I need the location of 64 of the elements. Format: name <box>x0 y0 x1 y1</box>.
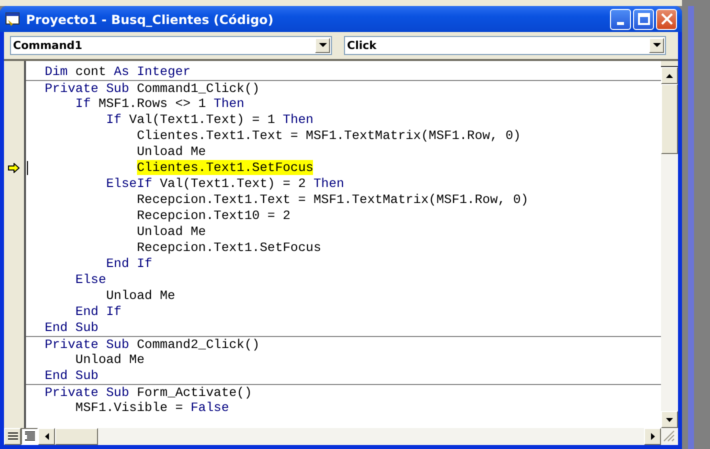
text-cursor <box>27 161 28 175</box>
horizontal-scrollbar[interactable] <box>38 428 661 445</box>
code-text: MSF1.Visible = <box>74 400 184 415</box>
scroll-thumb[interactable] <box>55 428 98 445</box>
scroll-thumb[interactable] <box>661 84 678 154</box>
close-icon <box>660 13 672 25</box>
keyword-text: Then <box>282 112 314 127</box>
code-text: Recepcion.Text1.Text = MSF1.TextMatrix(MSF1.Row, 0) <box>136 192 528 207</box>
maximize-button[interactable] <box>633 8 654 30</box>
keyword-text: Dim <box>44 64 68 79</box>
lines-icon <box>6 432 18 441</box>
code-text: cont <box>74 64 108 79</box>
scroll-down-button[interactable] <box>661 411 678 428</box>
lines-icon <box>24 431 36 442</box>
code-text: Val(Text1.Text) = 2 <box>158 176 307 191</box>
code-text: Command1_Click() <box>136 81 260 96</box>
procedure-view-button[interactable] <box>4 428 21 445</box>
scroll-right-button[interactable] <box>644 428 661 445</box>
code-text: Command2_Click() <box>136 337 260 352</box>
keyword-text: End If <box>105 256 152 271</box>
keyword-text: As Integer <box>114 64 191 79</box>
code-text: Val(Text1.Text) = 1 <box>128 112 276 127</box>
code-text: Form_Activate() <box>136 385 252 400</box>
keyword-text: Then <box>313 176 344 191</box>
procedure-dropdown[interactable]: Click <box>344 36 666 55</box>
keyword-text: End If <box>74 304 122 319</box>
down-arrow-icon <box>666 418 673 422</box>
module-view-button[interactable] <box>21 428 38 445</box>
minimize-icon <box>617 22 624 24</box>
keyword-text: Private Sub <box>44 81 130 96</box>
keyword-text: If <box>105 112 122 127</box>
code-text: Unload Me <box>74 352 145 367</box>
window-icon <box>5 11 21 27</box>
window-title: Proyecto1 - Busq_Clientes (Código) <box>26 12 274 26</box>
code-text: Unload Me <box>136 224 206 239</box>
scroll-left-button[interactable] <box>38 428 55 445</box>
scroll-up-button[interactable] <box>661 67 678 84</box>
maximize-icon <box>638 13 650 25</box>
object-dropdown[interactable]: Command1 <box>10 36 332 55</box>
right-arrow-icon <box>650 433 654 440</box>
code-text: Unload Me <box>136 144 206 159</box>
code-text: Unload Me <box>105 288 176 303</box>
keyword-text: End Sub <box>44 320 98 335</box>
up-arrow-icon <box>666 74 673 78</box>
dropdown-arrow-icon <box>318 43 326 48</box>
code-text: Recepcion.Text1.SetFocus <box>136 240 322 255</box>
code-text: Recepcion.Text10 = 2 <box>136 208 290 223</box>
keyword-text: Then <box>214 96 244 111</box>
code-text: Clientes.Text1.Text = MSF1.TextMatrix(MSF1.Row, 0) <box>136 128 521 143</box>
keyword-text: Else <box>74 272 106 287</box>
keyword-text: Private Sub <box>44 337 130 352</box>
left-arrow-icon <box>44 433 48 440</box>
highlighted-statement: Clientes.Text1.SetFocus <box>136 160 314 175</box>
minimize-button[interactable] <box>610 8 631 30</box>
keyword-text: End Sub <box>44 368 98 383</box>
keyword-text: ElseIf <box>105 176 152 191</box>
keyword-text: False <box>190 400 230 415</box>
keyword-text: If <box>74 96 91 111</box>
keyword-text: Private Sub <box>44 385 130 400</box>
code-text: MSF1.Rows <> 1 <box>97 96 207 111</box>
dropdown-arrow-icon <box>652 43 660 48</box>
close-button[interactable] <box>656 8 677 30</box>
vertical-scrollbar[interactable] <box>661 61 678 428</box>
split-bar[interactable] <box>661 61 678 67</box>
